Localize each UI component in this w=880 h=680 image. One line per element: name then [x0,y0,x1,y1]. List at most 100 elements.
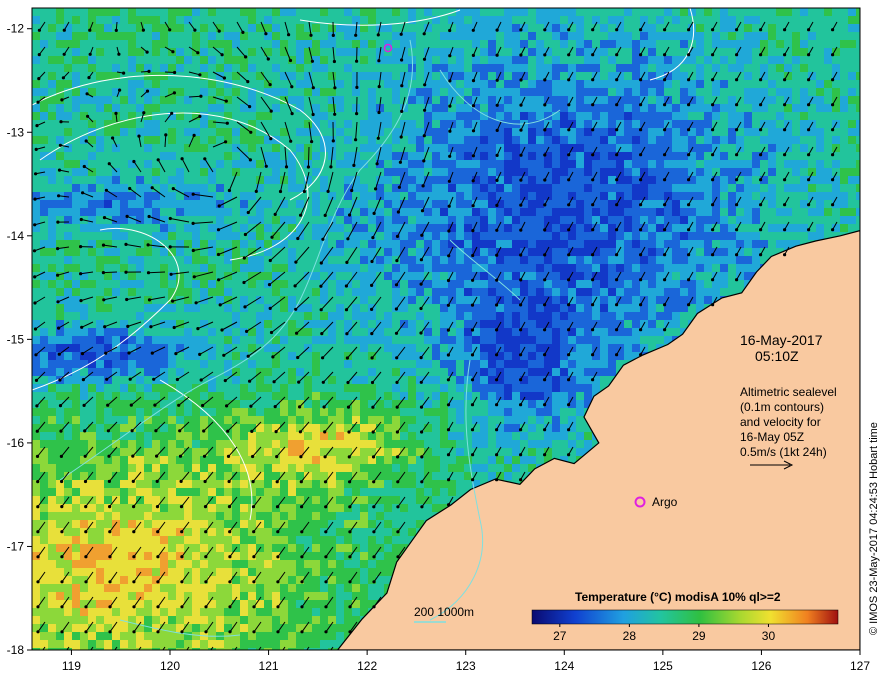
velocity-vector-head [324,505,328,509]
velocity-vector-head [711,128,715,132]
velocity-vector-head [321,356,325,360]
velocity-vector-head [591,203,595,207]
velocity-vector-head [132,530,136,534]
velocity-vector-head [36,630,40,634]
velocity-vector-head [470,328,475,332]
velocity-vector-head [639,53,643,57]
velocity-vector-head [783,253,787,257]
velocity-vector-head [567,153,571,157]
velocity-vector-head [275,480,279,484]
velocity-vector-head [153,403,157,407]
velocity-vector-head [471,278,475,282]
velocity-vector-head [495,28,499,32]
velocity-vector-head [268,258,272,263]
velocity-vector-head [615,53,619,57]
velocity-vector-head [519,78,523,82]
velocity-vector-head [227,479,231,484]
velocity-vector-head [216,228,221,232]
velocity-vector-head [447,204,451,208]
velocity-vector-head [269,109,273,113]
velocity-vector-head [246,80,250,84]
velocity-vector-head [302,189,306,194]
velocity-vector-head [83,429,87,433]
velocity-vector-head [711,203,715,207]
velocity-vector-head [204,605,208,609]
velocity-vector-head [615,78,619,82]
velocity-vector-head [287,33,291,37]
velocity-vector-head [300,505,304,509]
velocity-vector-head [370,380,375,385]
velocity-vector-head [831,103,835,107]
velocity-vector-head [125,214,129,218]
velocity-vector-head [56,247,60,251]
velocity-vector-head [687,278,691,282]
velocity-vector-head [323,480,328,484]
velocity-vector-head [156,555,160,559]
velocity-vector-head [543,53,547,57]
altimetry-line-1: Altimetric sealevel [740,385,837,399]
velocity-vector-head [106,429,110,433]
velocity-vector-head [108,505,112,509]
velocity-vector-head [227,505,232,509]
velocity-vector-head [470,353,475,357]
velocity-vector-head [372,605,376,609]
velocity-vector-head [156,158,160,162]
velocity-vector-head [107,454,111,458]
x-tick-label: 127 [850,659,870,673]
velocity-vector-head [319,261,323,265]
x-tick-label: 119 [62,659,81,673]
velocity-vector-head [371,455,376,459]
velocity-vector-head [807,178,811,182]
velocity-vector-head [60,530,64,534]
velocity-vector-head [639,153,643,157]
velocity-vector-head [735,103,739,107]
velocity-vector-head [543,178,547,182]
velocity-vector-head [345,260,349,264]
velocity-vector-head [309,33,313,37]
velocity-vector-head [347,430,351,434]
velocity-vector-head [288,58,293,63]
velocity-vector-head [831,28,835,32]
velocity-vector-head [448,104,452,108]
velocity-vector-head [145,89,150,93]
velocity-vector-head [495,278,499,282]
velocity-vector-head [807,228,811,232]
velocity-vector-head [446,453,451,457]
velocity-vector-head [33,197,37,201]
velocity-vector-head [80,325,84,329]
velocity-vector-head [56,300,60,304]
velocity-vector-head [34,353,38,357]
velocity-vector-head [371,236,375,240]
velocity-vector-head [79,217,83,222]
velocity-vector-head [543,278,547,282]
velocity-vector-head [352,163,356,167]
velocity-vector-head [495,78,499,82]
velocity-vector-head [84,580,88,584]
velocity-vector-head [324,655,327,658]
velocity-vector-head [400,58,404,62]
velocity-vector-head [735,128,739,132]
velocity-vector-head [243,305,247,309]
velocity-vector-head [252,630,256,634]
velocity-vector-head [225,121,229,125]
velocity-vector-head [735,253,739,257]
velocity-vector-head [495,353,499,357]
velocity-vector-head [591,253,595,257]
velocity-vector-head [201,403,205,408]
velocity-vector-head [156,630,160,634]
velocity-vector-head [348,555,352,559]
velocity-vector-head [155,479,159,483]
velocity-vector-head [84,530,88,534]
velocity-vector-head [266,57,270,61]
velocity-vector-head [471,129,476,133]
velocity-vector-head [372,580,376,584]
velocity-vector-head [35,124,39,128]
velocity-vector-head [711,303,715,307]
velocity-vector-head [58,404,63,408]
velocity-vector-head [831,53,835,57]
velocity-vector-head [170,111,174,115]
velocity-vector-head [519,228,523,232]
velocity-vector-head [519,203,523,207]
velocity-vector-head [298,405,302,409]
velocity-vector-head [687,28,691,32]
